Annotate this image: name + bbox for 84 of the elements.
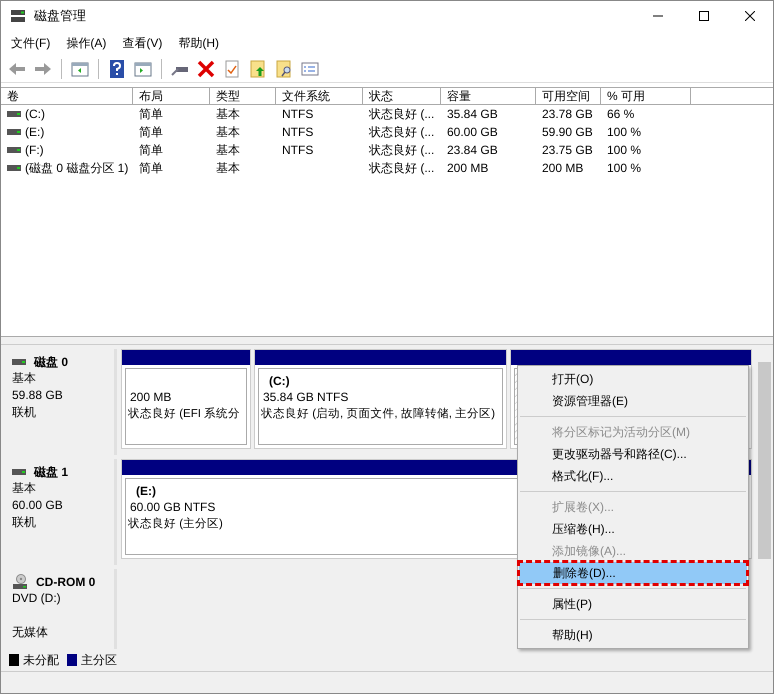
- table-cell-text: 基本: [216, 160, 240, 177]
- table-cell-text: 100 %: [607, 160, 642, 177]
- context-menu-item[interactable]: 属性(P): [518, 593, 748, 615]
- table-cell-text: 23.84 GB: [447, 142, 498, 159]
- legend-label: 主分区: [81, 652, 117, 669]
- table-cell-text: (磁盘 0 磁盘分区 1): [25, 160, 128, 177]
- menu-item[interactable]: 操作(A): [60, 32, 112, 54]
- column-header[interactable]: 容量: [441, 88, 536, 104]
- disk-info-text: 59.88 GB: [12, 387, 64, 404]
- table-cell-text: 状态良好 (...: [369, 124, 434, 141]
- table-cell-text: (C:): [25, 106, 45, 123]
- table-cell-text: 59.90 GB: [542, 124, 593, 141]
- context-menu-item[interactable]: 帮助(H): [518, 624, 748, 646]
- menu-item[interactable]: 帮助(H): [172, 32, 225, 54]
- column-header[interactable]: 布局: [133, 88, 210, 104]
- table-cell-text: 简单: [139, 124, 163, 141]
- table-cell-text: 简单: [139, 142, 163, 159]
- column-header[interactable]: 卷: [1, 88, 133, 104]
- table-cell-text: 60.00 GB: [447, 124, 498, 141]
- column-header[interactable]: 可用空间: [536, 88, 601, 104]
- partition-size: 200 MB: [130, 389, 172, 405]
- drive-icon: [7, 128, 21, 136]
- table-cell-text: 状态良好 (...: [369, 160, 434, 177]
- context-menu-item[interactable]: 压缩卷(H)...: [518, 518, 748, 540]
- menu-item[interactable]: 查看(V): [116, 32, 168, 54]
- disk-name: 磁盘 0: [34, 354, 68, 371]
- column-header[interactable]: 状态: [363, 88, 441, 104]
- disk-info-text: 联机: [12, 514, 37, 531]
- context-menu-item[interactable]: 资源管理器(E): [518, 390, 748, 412]
- table-cell-text: 100 %: [607, 142, 642, 159]
- table-cell-text: 100 %: [607, 124, 642, 141]
- disk-info-text: 基本: [12, 480, 37, 497]
- drive-icon: [7, 110, 21, 118]
- table-cell-text: 200 MB: [542, 160, 584, 177]
- menu-item[interactable]: 文件(F): [5, 32, 56, 54]
- context-menu-item[interactable]: 删除卷(D)...: [519, 562, 747, 584]
- partition-block[interactable]: 200 MB 状态良好 (EFI 系统分: [121, 349, 251, 449]
- disk-management-icon: [10, 9, 26, 23]
- drive-icon: [12, 358, 26, 366]
- table-cell-text: 状态良好 (...: [369, 106, 434, 123]
- disk-info-text: 基本: [12, 370, 37, 387]
- table-cell-text: 66 %: [607, 106, 634, 123]
- window-title: 磁盘管理: [34, 7, 86, 26]
- partition-label: (C:): [269, 373, 290, 389]
- column-header[interactable]: 类型: [210, 88, 276, 104]
- table-cell-text: 23.78 GB: [542, 106, 593, 123]
- table-cell-text: (F:): [25, 142, 44, 159]
- disk-name: CD-ROM 0: [36, 574, 96, 591]
- disk-info-text: DVD (D:): [12, 590, 62, 607]
- drive-icon: [7, 146, 21, 154]
- column-header[interactable]: % 可用: [601, 88, 691, 104]
- column-header[interactable]: 文件系统: [276, 88, 363, 104]
- table-cell-text: NTFS: [282, 142, 314, 159]
- table-cell-text: 状态良好 (...: [369, 142, 434, 159]
- disk-info-text: 联机: [12, 404, 37, 421]
- table-cell-text: NTFS: [282, 124, 314, 141]
- drive-icon: [12, 468, 26, 476]
- maximize-icon: [699, 11, 709, 21]
- table-cell-text: NTFS: [282, 106, 314, 123]
- disk-info-text: 60.00 GB: [12, 497, 64, 514]
- table-cell-text: (E:): [25, 124, 44, 141]
- close-icon: [745, 11, 755, 21]
- partition-block[interactable]: (C:) 35.84 GB NTFS 状态良好 (启动, 页面文件, 故障转储, 主分区): [254, 349, 507, 449]
- table-cell-text: 23.75 GB: [542, 142, 593, 159]
- context-menu-item[interactable]: 格式化(F)...: [518, 465, 748, 487]
- partition-status: 状态良好 (启动, 页面文件, 故障转储, 主分区): [261, 406, 496, 422]
- table-cell-text: 200 MB: [447, 160, 488, 177]
- partition-size: 35.84 GB NTFS: [263, 389, 348, 405]
- cd-drive-icon: [12, 574, 28, 590]
- context-menu-item[interactable]: 打开(O): [518, 368, 748, 390]
- drive-icon: [7, 164, 21, 172]
- partition-status: 状态良好 (EFI 系统分: [128, 406, 240, 422]
- table-cell-text: 简单: [139, 106, 163, 123]
- partition-size: 60.00 GB NTFS: [130, 499, 216, 515]
- table-cell-text: 35.84 GB: [447, 106, 498, 123]
- table-cell-text: 基本: [216, 106, 240, 123]
- disk-name: 磁盘 1: [34, 464, 68, 481]
- partition-label: (E:): [136, 483, 156, 499]
- partition-status: 状态良好 (主分区): [128, 516, 223, 532]
- table-cell-text: 基本: [216, 142, 240, 159]
- legend-label: 未分配: [23, 652, 59, 669]
- disk-info-text: 无媒体: [12, 624, 49, 641]
- table-cell-text: 简单: [139, 160, 163, 177]
- table-cell-text: 基本: [216, 124, 240, 141]
